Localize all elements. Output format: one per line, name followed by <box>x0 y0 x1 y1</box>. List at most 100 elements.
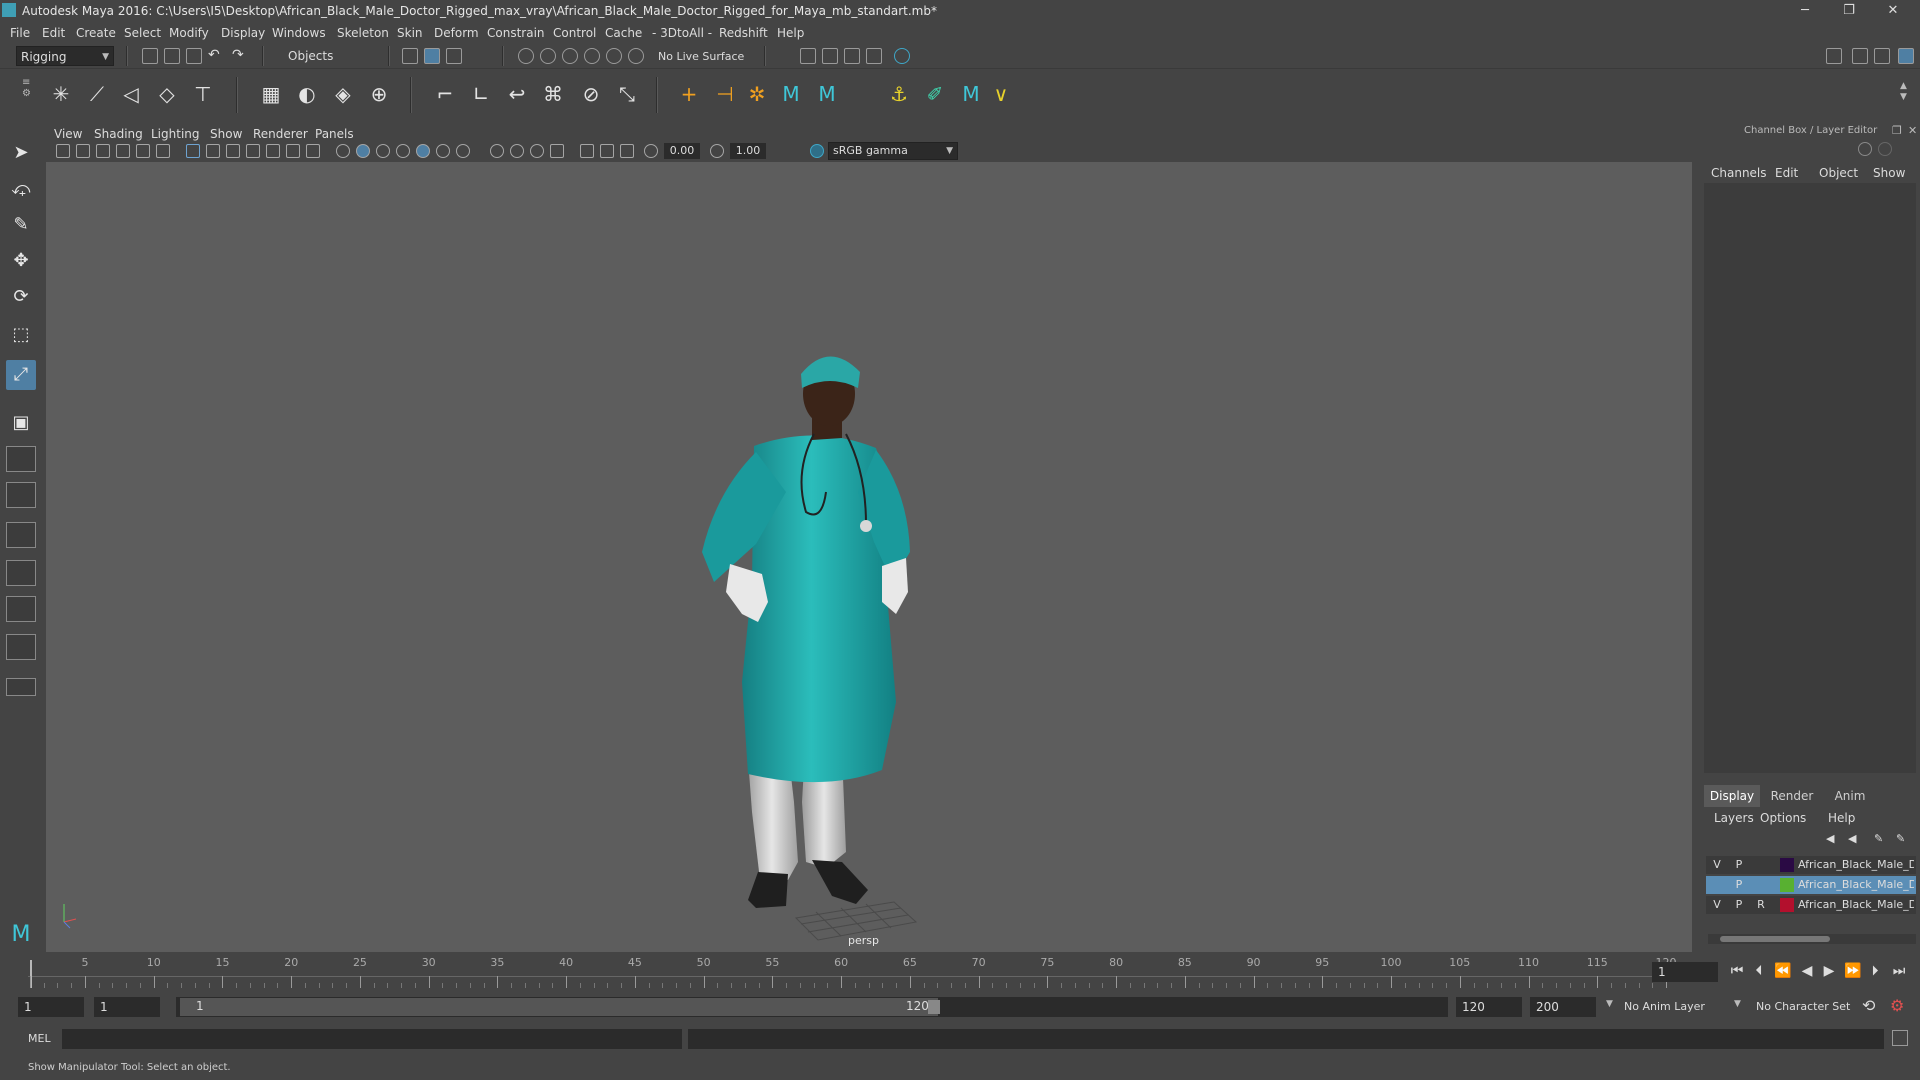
channel-edit-menu[interactable]: Edit <box>1775 166 1798 180</box>
maximize-button[interactable]: ❐ <box>1834 2 1864 20</box>
resolution-gate-icon[interactable] <box>226 144 240 158</box>
smooth-shade-icon[interactable] <box>356 144 370 158</box>
create-wrap-icon[interactable]: ◈ <box>330 81 356 107</box>
render-settings-icon[interactable] <box>844 48 860 64</box>
show-manipulator-tool-icon[interactable]: ⤢ <box>6 360 36 390</box>
layer-name[interactable]: African_Black_Male_Dc <box>1798 898 1914 911</box>
animation-preferences-icon[interactable]: ⚙ <box>1890 996 1904 1015</box>
depth-of-field-icon[interactable] <box>530 144 544 158</box>
safe-title-icon[interactable] <box>306 144 320 158</box>
layer-color-swatch[interactable] <box>1780 898 1794 912</box>
layer-help-menu[interactable]: Help <box>1828 811 1855 825</box>
parent-constraint-icon[interactable]: ⚓ <box>886 81 912 107</box>
layer-color-swatch[interactable] <box>1780 878 1794 892</box>
color-management-icon[interactable] <box>810 144 824 158</box>
new-layer-from-selection-icon[interactable]: ✎ <box>1896 832 1905 845</box>
close-button[interactable]: ✕ <box>1878 2 1908 20</box>
menu-skeleton[interactable]: Skeleton <box>337 26 389 40</box>
perspective-viewport[interactable]: persp <box>46 162 1692 952</box>
aim-constraint-icon[interactable]: ⊣ <box>712 81 738 107</box>
layer-name[interactable]: African_Black_Male_Dc <box>1798 878 1914 891</box>
gate-mask-icon[interactable] <box>246 144 260 158</box>
move-tool-icon[interactable]: ✥ <box>6 246 36 276</box>
range-slider-bar-fill[interactable] <box>180 998 938 1016</box>
menu-windows[interactable]: Windows <box>272 26 326 40</box>
film-gate-icon[interactable] <box>206 144 220 158</box>
xray-joints-icon[interactable] <box>620 144 634 158</box>
range-end-handle[interactable] <box>928 1000 940 1014</box>
channel-show-menu[interactable]: Show <box>1873 166 1905 180</box>
step-back-key-icon[interactable]: ⏪ <box>1774 962 1792 980</box>
shadows-icon[interactable] <box>436 144 450 158</box>
layer-visibility-toggle[interactable] <box>1708 876 1726 894</box>
channel-object-menu[interactable]: Object <box>1819 166 1858 180</box>
select-by-hierarchy-icon[interactable] <box>402 48 418 64</box>
panel-menu-panels[interactable]: Panels <box>315 127 354 141</box>
move-layer-up-icon[interactable]: ◀ <box>1826 832 1834 845</box>
create-lattice-icon[interactable]: ▦ <box>258 81 284 107</box>
select-by-component-icon[interactable] <box>446 48 462 64</box>
character-controls-icon[interactable]: M <box>958 81 984 107</box>
tool-settings-icon[interactable] <box>1874 48 1890 64</box>
layer-row[interactable]: V P R African_Black_Male_Dc <box>1706 896 1916 914</box>
menu-3dtoall[interactable]: - 3DtoAll - <box>652 26 712 40</box>
snap-to-view-planes-icon[interactable] <box>584 48 600 64</box>
rotate-tool-icon[interactable]: ⟳ <box>6 282 36 312</box>
grid-toggle-icon[interactable] <box>186 144 200 158</box>
menu-help[interactable]: Help <box>777 26 804 40</box>
multisample-aa-icon[interactable] <box>510 144 524 158</box>
anim-layer-dropdown[interactable]: No Anim Layer <box>1624 1000 1705 1013</box>
scale-constraint-icon[interactable]: ∨ <box>988 81 1014 107</box>
outliner-graph-layout-icon[interactable] <box>6 634 36 660</box>
blend-shape-icon[interactable]: ⊘ <box>578 81 604 107</box>
command-input[interactable] <box>62 1029 682 1049</box>
paint-select-tool-icon[interactable]: ✎ <box>6 210 36 240</box>
wireframe-icon[interactable] <box>336 144 350 158</box>
layer-playback-toggle[interactable]: P <box>1730 856 1748 874</box>
textured-icon[interactable] <box>396 144 410 158</box>
step-back-frame-icon[interactable]: ⏴ <box>1750 962 1768 980</box>
minimize-button[interactable]: ─ <box>1790 2 1820 20</box>
make-live-icon[interactable] <box>606 48 622 64</box>
motion-blur-icon[interactable] <box>490 144 504 158</box>
new-scene-icon[interactable] <box>142 48 158 64</box>
create-sculpt-icon[interactable]: ⊕ <box>366 81 392 107</box>
panel-menu-view[interactable]: View <box>54 127 82 141</box>
point-constraint-icon[interactable]: + <box>676 81 702 107</box>
render-current-frame-icon[interactable] <box>800 48 816 64</box>
script-editor-icon[interactable] <box>1892 1030 1908 1046</box>
insert-joint-icon[interactable]: ⟋ <box>84 81 110 107</box>
range-slider[interactable]: 1 1 120 <box>176 997 1448 1017</box>
grease-pencil-icon[interactable] <box>156 144 170 158</box>
joint-tool-icon[interactable]: ✳ <box>48 81 74 107</box>
channels-menu[interactable]: Channels <box>1711 166 1767 180</box>
layer-tab-anim[interactable]: Anim <box>1822 785 1878 807</box>
lasso-tool-icon[interactable]: ⤽ <box>6 174 36 204</box>
orient-constraint-icon[interactable]: ✲ <box>744 81 770 107</box>
ik-handle-icon[interactable]: ⊤ <box>190 81 216 107</box>
menu-select[interactable]: Select <box>124 26 161 40</box>
field-chart-icon[interactable] <box>266 144 280 158</box>
shelf-scroll-icon[interactable]: ▲ ▼ <box>1900 81 1907 103</box>
animation-end-field[interactable]: 200 <box>1530 997 1596 1017</box>
play-backwards-icon[interactable]: ◀ <box>1798 962 1816 980</box>
snap-to-surface-icon[interactable] <box>628 48 644 64</box>
layer-row[interactable]: V P African_Black_Male_Dc <box>1706 856 1916 874</box>
layer-visibility-toggle[interactable]: V <box>1708 856 1726 874</box>
menu-cache[interactable]: Cache <box>605 26 642 40</box>
exposure-field[interactable]: 0.00 <box>664 143 700 159</box>
move-layer-down-icon[interactable]: ◀ <box>1848 832 1856 845</box>
select-camera-icon[interactable] <box>56 144 70 158</box>
layer-display-type-toggle[interactable]: R <box>1752 896 1770 914</box>
persp-uv-layout-icon[interactable] <box>6 560 36 586</box>
four-view-layout-icon[interactable] <box>6 446 36 472</box>
menu-display[interactable]: Display <box>221 26 265 40</box>
animation-start-field[interactable]: 1 <box>18 997 84 1017</box>
screen-space-ao-icon[interactable] <box>456 144 470 158</box>
select-tool-icon[interactable]: ➤ <box>6 138 36 168</box>
layer-row[interactable]: P African_Black_Male_Dc <box>1706 876 1916 894</box>
persp-outliner-layout-icon[interactable] <box>6 482 36 508</box>
paint-weights-icon[interactable]: ↩ <box>504 81 530 107</box>
hypershade-icon[interactable] <box>866 48 882 64</box>
detach-skin-icon[interactable]: ⤡ <box>614 81 640 107</box>
